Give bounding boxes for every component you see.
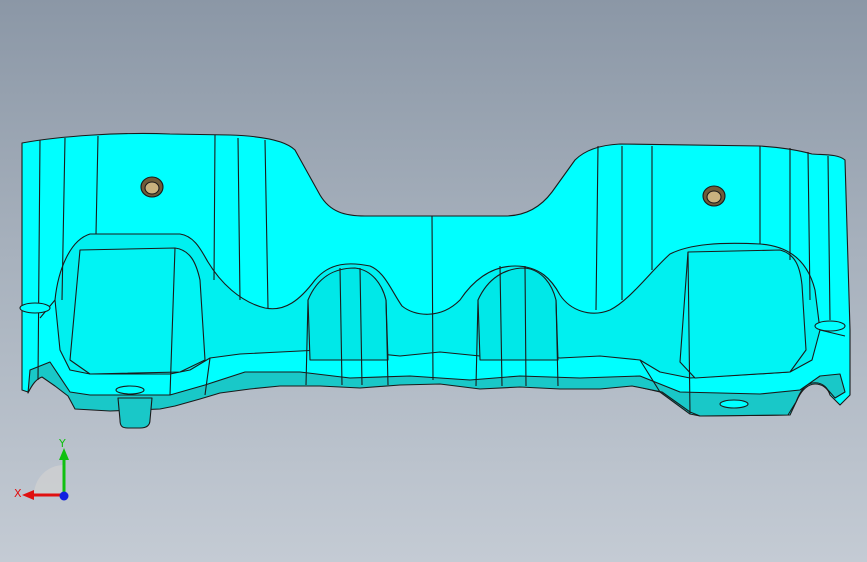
hole-left-rim [19, 302, 51, 314]
x-axis-arrow [22, 490, 34, 500]
pocket-right [679, 249, 807, 379]
graphics-viewport[interactable]: Y X [0, 0, 867, 562]
hole-top-right-inner [706, 190, 722, 204]
y-axis-label: Y [58, 438, 66, 450]
cad-model[interactable] [0, 0, 867, 562]
hole-bottom-right [719, 399, 749, 409]
x-axis-label: X [14, 487, 22, 500]
z-axis-dot [59, 491, 69, 501]
hole-top-left-inner [144, 181, 160, 195]
hole-bottom-left [115, 385, 145, 395]
tab [117, 397, 153, 429]
axis-triad: Y X [14, 438, 69, 501]
triad-quadrant [34, 465, 64, 495]
pocket-left [69, 247, 206, 375]
channel-1 [307, 267, 389, 361]
channel-2 [477, 267, 559, 361]
hole-right-rim [814, 320, 846, 332]
